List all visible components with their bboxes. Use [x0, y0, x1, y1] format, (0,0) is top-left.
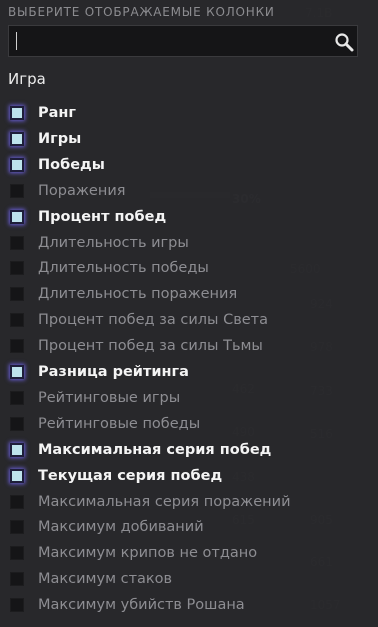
- column-option[interactable]: Игры: [8, 126, 368, 152]
- column-option[interactable]: Максимум стаков: [8, 566, 368, 592]
- column-option[interactable]: Процент побед за силы Тьмы: [8, 333, 368, 359]
- checkbox-unchecked[interactable]: [10, 546, 24, 561]
- search-icon[interactable]: [333, 31, 355, 53]
- column-option[interactable]: Максимальная серия побед: [8, 437, 368, 463]
- checkbox-unchecked[interactable]: [10, 339, 24, 354]
- checkbox-unchecked[interactable]: [10, 572, 24, 587]
- checkbox-checked[interactable]: [10, 468, 24, 483]
- column-option-label: Максимум стаков: [38, 571, 173, 588]
- column-option-label: Максимальная серия побед: [38, 441, 272, 458]
- column-option[interactable]: Длительность победы: [8, 255, 368, 281]
- checkbox-unchecked[interactable]: [10, 261, 24, 276]
- column-option[interactable]: Максимум крипов не отдано: [8, 540, 368, 566]
- column-option-label: Максимум добиваний: [38, 519, 204, 536]
- column-option[interactable]: Максимум убийств Рошана: [8, 592, 368, 618]
- checkbox-unchecked[interactable]: [10, 520, 24, 535]
- column-option[interactable]: Максимум добиваний: [8, 514, 368, 540]
- column-option-label: Процент побед за силы Света: [38, 312, 269, 329]
- column-picker-panel: ВЫБЕРИТЕ ОТОБРАЖАЕМЫЕ КОЛОНКИ Игра Ранг И…: [0, 0, 378, 627]
- column-option[interactable]: Рейтинговые победы: [8, 411, 368, 437]
- checkbox-unchecked[interactable]: [10, 235, 24, 250]
- column-option-label: Максимальная серия поражений: [38, 493, 291, 510]
- column-option-label: Процент побед за силы Тьмы: [38, 338, 263, 355]
- section-title-game: Игра: [8, 70, 46, 88]
- search-box: [8, 25, 358, 57]
- column-option[interactable]: Ранг: [8, 100, 368, 126]
- column-option[interactable]: Максимальная серия поражений: [8, 489, 368, 515]
- column-option-label: Поражения: [38, 182, 126, 199]
- checkbox-unchecked[interactable]: [10, 416, 24, 431]
- column-option[interactable]: Процент побед за силы Света: [8, 307, 368, 333]
- panel-title: ВЫБЕРИТЕ ОТОБРАЖАЕМЫЕ КОЛОНКИ: [8, 5, 275, 19]
- checkbox-checked[interactable]: [10, 442, 24, 457]
- checkbox-unchecked[interactable]: [10, 390, 24, 405]
- column-option-label: Ранг: [38, 105, 77, 121]
- checkbox-unchecked[interactable]: [10, 287, 24, 302]
- column-option[interactable]: Длительность игры: [8, 230, 368, 256]
- checkbox-unchecked[interactable]: [10, 494, 24, 509]
- column-option-label: Разница рейтинга: [38, 364, 189, 380]
- column-option-label: Победы: [38, 156, 105, 173]
- checkbox-checked[interactable]: [10, 365, 24, 379]
- column-option-label: Процент побед: [38, 208, 167, 225]
- column-option-label: Максимум убийств Рошана: [38, 597, 245, 614]
- column-option-label: Игры: [38, 130, 82, 147]
- checkbox-checked[interactable]: [10, 209, 24, 224]
- column-option-label: Длительность игры: [38, 234, 189, 251]
- checkbox-unchecked[interactable]: [10, 183, 24, 198]
- checkbox-checked[interactable]: [10, 106, 24, 120]
- column-option-label: Длительность победы: [38, 260, 209, 277]
- column-option-label: Рейтинговые победы: [38, 415, 201, 432]
- checkbox-unchecked[interactable]: [10, 313, 24, 328]
- text-cursor: [16, 32, 17, 50]
- column-option-label: Максимум крипов не отдано: [38, 545, 258, 562]
- column-option-label: Рейтинговые игры: [38, 389, 181, 406]
- column-option-label: Текущая серия побед: [38, 467, 223, 484]
- checkbox-unchecked[interactable]: [10, 598, 24, 613]
- checkbox-checked[interactable]: [10, 131, 24, 146]
- column-option[interactable]: Разница рейтинга: [8, 359, 368, 385]
- column-option[interactable]: Процент побед: [8, 204, 368, 230]
- column-option[interactable]: Длительность поражения: [8, 281, 368, 307]
- column-option[interactable]: Рейтинговые игры: [8, 385, 368, 411]
- column-option[interactable]: Победы: [8, 152, 368, 178]
- column-option[interactable]: Поражения: [8, 178, 368, 204]
- checkbox-checked[interactable]: [10, 157, 24, 172]
- column-option-label: Длительность поражения: [38, 286, 238, 303]
- search-input[interactable]: [9, 26, 329, 56]
- column-option[interactable]: Текущая серия побед: [8, 463, 368, 489]
